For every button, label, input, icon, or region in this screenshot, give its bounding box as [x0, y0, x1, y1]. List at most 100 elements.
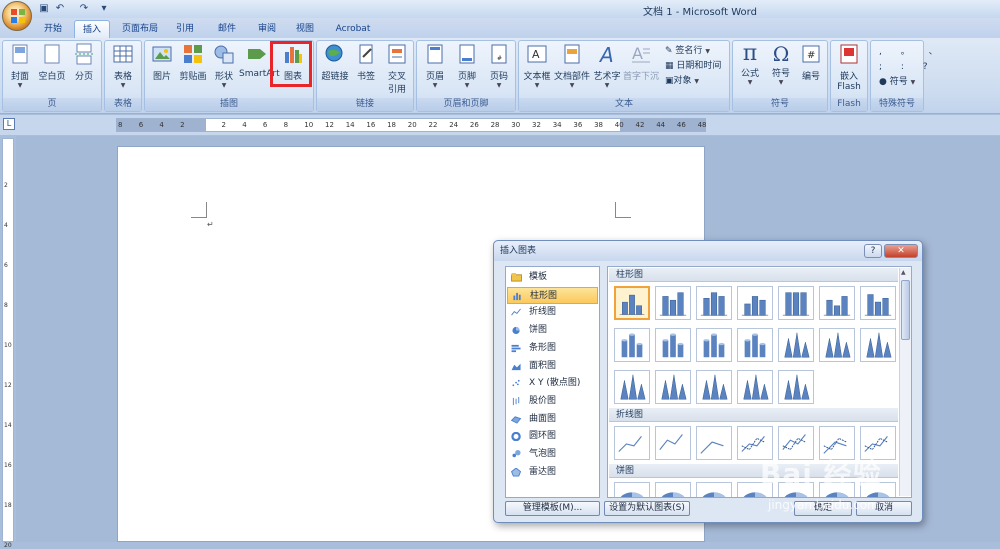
category-item[interactable]: 曲面图	[507, 411, 598, 428]
vertical-ruler[interactable]	[2, 138, 14, 542]
footer-button[interactable]: 页脚 ▼	[453, 43, 481, 89]
undo-icon[interactable]: ↶	[54, 3, 66, 15]
category-item[interactable]: 面积图	[507, 358, 598, 375]
category-item[interactable]: 饼图	[507, 322, 598, 339]
manage-templates-button[interactable]: 管理模板(M)...	[505, 501, 600, 516]
chart-subtype-thumbnail[interactable]	[655, 370, 691, 404]
redo-icon[interactable]: ↷	[78, 3, 90, 15]
help-button[interactable]: ?	[864, 244, 882, 258]
office-logo-icon	[11, 9, 25, 23]
chart-subtype-thumbnail[interactable]	[737, 328, 773, 362]
category-item[interactable]: 股价图	[507, 393, 598, 410]
chart-subtype-thumbnail[interactable]	[696, 370, 732, 404]
chart-subtype-thumbnail[interactable]	[819, 328, 855, 362]
tab-page-layout[interactable]: 页面布局	[116, 20, 164, 38]
chart-subtype-thumbnail[interactable]	[778, 328, 814, 362]
clip-art-button[interactable]: 剪贴画	[177, 43, 209, 82]
wordart-button[interactable]: A 艺术字 ▼	[591, 43, 623, 89]
chart-subtype-thumbnail[interactable]	[778, 286, 814, 320]
chart-subtype-thumbnail[interactable]	[614, 328, 650, 362]
chart-subtype-thumbnail[interactable]	[696, 286, 732, 320]
cover-page-button[interactable]: 封面 ▼	[7, 43, 33, 89]
picture-button[interactable]: 图片	[149, 43, 175, 82]
signature-line-button[interactable]: ✎ 签名行 ▼	[665, 45, 710, 57]
shapes-button[interactable]: 形状 ▼	[211, 43, 237, 89]
signature-icon: ✎	[665, 46, 673, 56]
category-item[interactable]: 柱形图	[507, 286, 598, 304]
customize-icon[interactable]: ▾	[98, 3, 110, 15]
bookmark-button[interactable]: 书签	[353, 43, 379, 82]
tab-selector-button[interactable]: L	[3, 118, 15, 130]
special-symbols-row-1[interactable]: , 。 、	[879, 46, 946, 58]
gallery-scrollbar[interactable]: ▲	[899, 268, 911, 496]
embed-flash-button[interactable]: 嵌入 Flash	[833, 43, 865, 92]
page-break-button[interactable]: 分页	[71, 43, 97, 82]
chart-subtype-thumbnail[interactable]	[655, 328, 691, 362]
chart-subtype-thumbnail[interactable]	[696, 482, 732, 498]
chart-subtype-thumbnail[interactable]	[614, 286, 650, 320]
close-button[interactable]: ✕	[884, 244, 918, 258]
chart-subtype-thumbnail[interactable]	[860, 286, 896, 320]
drop-cap-button[interactable]: A 首字下沉	[623, 43, 659, 82]
tab-home[interactable]: 开始	[36, 20, 70, 38]
tab-insert[interactable]: 插入	[74, 20, 110, 38]
numbering-icon: #	[802, 45, 820, 63]
tab-references[interactable]: 引用	[170, 20, 200, 38]
quick-parts-button[interactable]: 文档部件 ▼	[553, 43, 591, 89]
tab-review[interactable]: 审阅	[252, 20, 282, 38]
chart-subtype-thumbnail[interactable]	[655, 426, 691, 460]
hyperlink-button[interactable]: 超链接	[319, 43, 351, 82]
chart-subtype-thumbnail[interactable]	[737, 286, 773, 320]
category-item[interactable]: 折线图	[507, 304, 598, 321]
blank-page-button[interactable]: 空白页	[37, 43, 67, 82]
chart-subtype-thumbnail[interactable]	[655, 286, 691, 320]
group-header-footer: 页眉 ▼ 页脚 ▼ # 页码 ▼ 页眉和页脚	[416, 40, 516, 112]
vertical-ruler-number: 16	[4, 462, 12, 469]
category-item[interactable]: 雷达图	[507, 464, 598, 481]
group-pages-label: 页	[3, 98, 101, 111]
chart-subtype-thumbnail[interactable]	[614, 426, 650, 460]
category-item[interactable]: 条形图	[507, 340, 598, 357]
header-button[interactable]: 页眉 ▼	[421, 43, 449, 89]
smartart-icon	[248, 49, 266, 59]
cross-reference-icon	[388, 44, 406, 64]
chart-subtype-thumbnail[interactable]	[696, 328, 732, 362]
group-links-label: 链接	[317, 98, 413, 111]
numbering-button[interactable]: # 编号	[797, 43, 825, 82]
table-button[interactable]: 表格 ▼	[109, 43, 137, 89]
ruler-number: 10	[304, 121, 314, 129]
office-button[interactable]	[2, 1, 32, 31]
special-symbols-row-2[interactable]: ; : ?	[879, 61, 936, 73]
more-symbols-button[interactable]: ● 符号 ▼	[879, 76, 915, 88]
date-time-button[interactable]: ▦ 日期和时间	[665, 60, 721, 72]
set-default-chart-button[interactable]: 设置为默认图表(S)	[604, 501, 690, 516]
scroll-up-icon[interactable]: ▲	[901, 269, 906, 276]
chart-subtype-thumbnail[interactable]	[860, 328, 896, 362]
chart-subtype-thumbnail[interactable]	[655, 482, 691, 498]
category-item[interactable]: X Y (散点图)	[507, 375, 598, 392]
cross-reference-button[interactable]: 交叉 引用	[383, 43, 411, 95]
chart-subtype-thumbnail[interactable]	[696, 426, 732, 460]
chart-subtype-thumbnail[interactable]	[819, 286, 855, 320]
chart-subtype-thumbnail[interactable]	[614, 370, 650, 404]
chart-subtype-thumbnail[interactable]	[737, 370, 773, 404]
category-item[interactable]: 模板	[507, 269, 598, 286]
page-number-button[interactable]: # 页码 ▼	[485, 43, 513, 89]
category-item[interactable]: 圆环图	[507, 428, 598, 445]
save-icon[interactable]: ▣	[38, 3, 50, 15]
tab-mailings[interactable]: 邮件	[212, 20, 242, 38]
symbol-button[interactable]: Ω 符号 ▼	[767, 43, 795, 86]
object-button[interactable]: ▣对象 ▼	[665, 75, 699, 87]
chart-subtype-thumbnail[interactable]	[614, 482, 650, 498]
equation-button[interactable]: π 公式 ▼	[735, 43, 765, 87]
chart-subtype-thumbnail[interactable]	[778, 370, 814, 404]
category-item[interactable]: 气泡图	[507, 446, 598, 463]
scroll-thumb[interactable]	[901, 280, 910, 340]
tab-view[interactable]: 视图	[290, 20, 320, 38]
dropdown-arrow-icon: ▼	[604, 82, 610, 89]
vertical-ruler-number: 18	[4, 502, 12, 509]
table-label: 表格	[113, 72, 132, 82]
text-box-button[interactable]: A 文本框 ▼	[521, 43, 553, 89]
tab-acrobat[interactable]: Acrobat	[330, 20, 376, 38]
shapes-label: 形状	[214, 72, 233, 82]
